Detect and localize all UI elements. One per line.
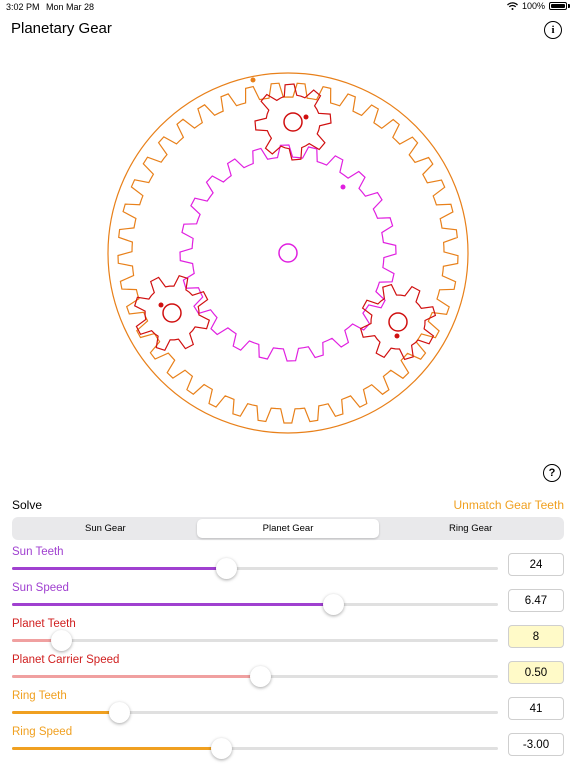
- info-icon[interactable]: i: [544, 21, 562, 39]
- unmatch-gear-teeth-button[interactable]: Unmatch Gear Teeth: [453, 498, 564, 512]
- slider-thumb[interactable]: [250, 666, 271, 687]
- slider-track[interactable]: [12, 702, 498, 723]
- gear-canvas: [107, 72, 469, 434]
- slider-thumb[interactable]: [211, 738, 232, 759]
- tab-planet-gear[interactable]: Planet Gear: [196, 519, 380, 538]
- ring-gear-teeth: [117, 82, 459, 424]
- slider-thumb[interactable]: [216, 558, 237, 579]
- value-field[interactable]: 8: [508, 625, 564, 648]
- param-row-sun-speed: Sun Speed 6.47: [0, 582, 576, 618]
- battery-tip: [568, 4, 570, 8]
- slider-thumb[interactable]: [109, 702, 130, 723]
- planet-gear-hub: [283, 112, 303, 132]
- tab-sun-gear[interactable]: Sun Gear: [14, 519, 197, 538]
- solve-label: Solve: [12, 498, 43, 512]
- planet-gear-marker: [158, 302, 164, 308]
- wifi-icon: [507, 2, 518, 10]
- slider-track[interactable]: [12, 594, 498, 615]
- param-label: Ring Teeth: [12, 690, 67, 702]
- status-right: 100%: [507, 1, 570, 11]
- slider-track[interactable]: [12, 630, 498, 651]
- value-field[interactable]: 0.50: [508, 661, 564, 684]
- param-row-sun-teeth: Sun Teeth 24: [0, 546, 576, 582]
- value-field[interactable]: -3.00: [508, 733, 564, 756]
- value-field[interactable]: 6.47: [508, 589, 564, 612]
- param-label: Sun Teeth: [12, 546, 64, 558]
- status-bar: 3:02 PM Mon Mar 28 100%: [0, 0, 576, 14]
- status-time: 3:02 PM: [6, 2, 40, 12]
- slider-fill: [12, 603, 333, 606]
- param-label: Sun Speed: [12, 582, 69, 594]
- status-date: Mon Mar 28: [46, 2, 95, 12]
- ring-gear-outer: [107, 72, 469, 434]
- ring-gear-marker: [250, 77, 256, 83]
- param-label: Planet Teeth: [12, 618, 76, 630]
- slider-track[interactable]: [12, 558, 498, 579]
- planet-gear: [359, 283, 437, 361]
- slider-track[interactable]: [12, 666, 498, 687]
- slider-thumb[interactable]: [51, 630, 72, 651]
- slider-fill: [12, 567, 226, 570]
- value-field[interactable]: 24: [508, 553, 564, 576]
- value-field[interactable]: 41: [508, 697, 564, 720]
- gear-segmented-control: Sun Gear Planet Gear Ring Gear: [12, 517, 564, 540]
- planet-gear-hub: [388, 312, 408, 332]
- param-row-planet-teeth: Planet Teeth 8: [0, 618, 576, 654]
- slider-fill: [12, 675, 260, 678]
- sun-gear: [179, 144, 397, 362]
- battery-icon: [549, 2, 567, 10]
- slider-fill: [12, 747, 221, 750]
- param-row-ring-teeth: Ring Teeth 41: [0, 690, 576, 726]
- param-row-planet-carrier-speed: Planet Carrier Speed 0.50: [0, 654, 576, 690]
- page-title: Planetary Gear: [11, 20, 112, 37]
- slider-track[interactable]: [12, 738, 498, 759]
- slider-fill: [12, 711, 119, 714]
- param-label: Ring Speed: [12, 726, 73, 738]
- planet-gear-marker: [394, 333, 400, 339]
- param-label: Planet Carrier Speed: [12, 654, 120, 666]
- slider-thumb[interactable]: [323, 594, 344, 615]
- tab-ring-gear[interactable]: Ring Gear: [379, 519, 562, 538]
- planet-gear-hub: [162, 303, 182, 323]
- battery-percent: 100%: [521, 1, 545, 11]
- sun-gear-marker: [340, 184, 346, 190]
- help-icon[interactable]: ?: [543, 464, 561, 482]
- planet-gear-marker: [303, 114, 309, 120]
- sun-gear-hub: [278, 243, 298, 263]
- param-row-ring-speed: Ring Speed -3.00: [0, 726, 576, 762]
